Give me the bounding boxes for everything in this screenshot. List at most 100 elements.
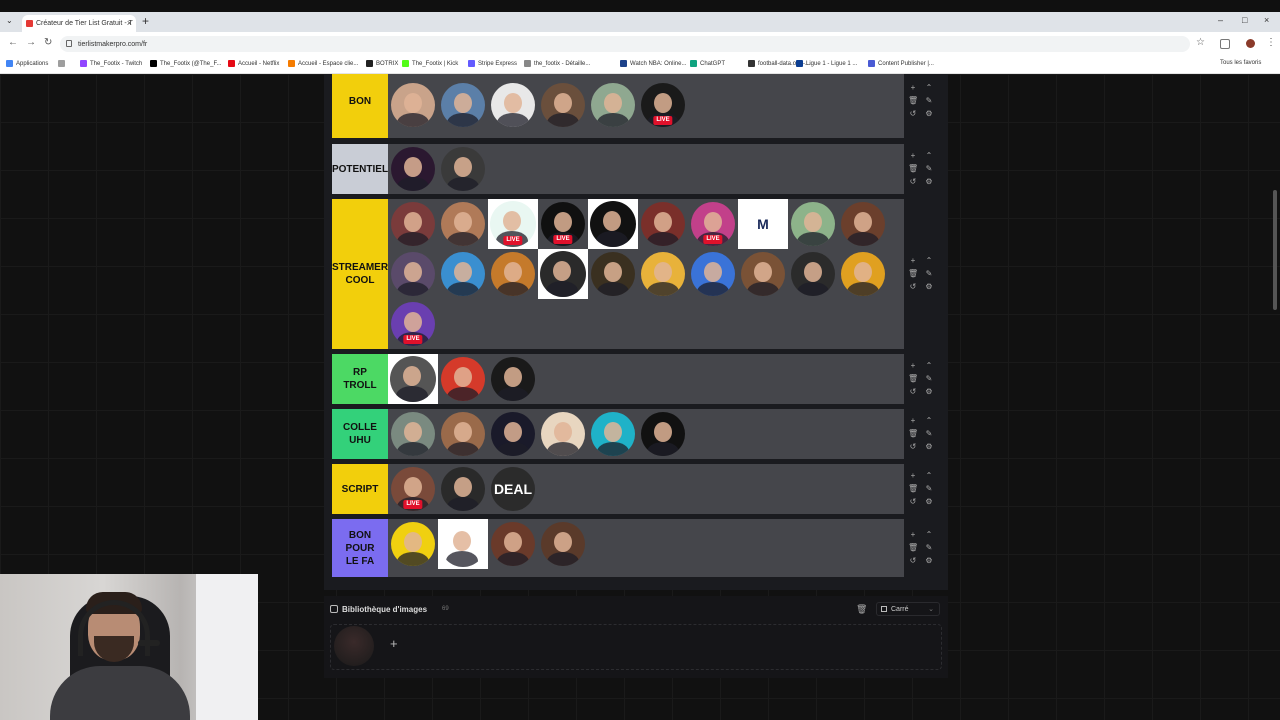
bookmark-item[interactable]: the_footix - Détaille... — [524, 60, 590, 67]
browser-tab[interactable]: Créateur de Tier List Gratuit - T × — [22, 15, 136, 32]
reset-tier-icon[interactable]: ↺ — [908, 442, 918, 451]
tier-item-image[interactable] — [738, 249, 788, 299]
tier-item-image[interactable] — [588, 80, 638, 130]
reset-tier-icon[interactable]: ↺ — [908, 109, 918, 118]
tier-item-image[interactable] — [638, 409, 688, 459]
tier-item-image[interactable]: LIVE — [388, 464, 438, 514]
tier-item-image[interactable] — [438, 409, 488, 459]
settings-icon[interactable]: ⚙ — [924, 177, 934, 186]
tier-label[interactable]: RP TROLL — [332, 354, 388, 404]
forward-icon[interactable]: → — [26, 37, 36, 48]
shape-select[interactable]: Carré ⌄ — [876, 602, 940, 616]
tier-label[interactable]: BON POUR LE FA — [332, 519, 388, 577]
move-up-icon[interactable]: ⌃ — [924, 471, 934, 480]
move-up-icon[interactable]: ⌃ — [924, 151, 934, 160]
minimize-icon[interactable]: – — [1218, 15, 1223, 25]
tier-item-image[interactable]: LIVE — [538, 199, 588, 249]
reset-tier-icon[interactable]: ↺ — [908, 177, 918, 186]
edit-tier-icon[interactable]: ✎ — [924, 374, 934, 383]
bookmark-star-icon[interactable]: ☆ — [1196, 37, 1205, 48]
tier-label[interactable]: COLLE UHU — [332, 409, 388, 459]
tier-item-image[interactable] — [438, 80, 488, 130]
site-info-icon[interactable] — [66, 40, 72, 47]
reset-tier-icon[interactable]: ↺ — [908, 556, 918, 565]
tier-item-image[interactable] — [438, 464, 488, 514]
settings-icon[interactable]: ⚙ — [924, 109, 934, 118]
new-tab-button[interactable]: + — [142, 14, 149, 28]
tier-label[interactable]: STREAMER COOL — [332, 199, 388, 349]
move-up-icon[interactable]: ⌃ — [924, 83, 934, 92]
delete-tier-icon[interactable]: 🗑 — [908, 96, 918, 105]
delete-tier-icon[interactable]: 🗑 — [908, 429, 918, 438]
library-image[interactable] — [334, 626, 374, 666]
tier-item-image[interactable] — [688, 249, 738, 299]
tier-label[interactable]: POTENTIEL — [332, 144, 388, 194]
tier-item-image[interactable] — [388, 519, 438, 569]
settings-icon[interactable]: ⚙ — [924, 497, 934, 506]
bookmark-item[interactable]: Ligue 1 - Ligue 1 ... — [796, 60, 857, 67]
tier-item-image[interactable] — [588, 199, 638, 249]
edit-tier-icon[interactable]: ✎ — [924, 484, 934, 493]
delete-tier-icon[interactable]: 🗑 — [908, 269, 918, 278]
tier-item-image[interactable] — [538, 249, 588, 299]
tier-item-image[interactable] — [438, 199, 488, 249]
reload-icon[interactable]: ↻ — [44, 37, 52, 48]
tier-item-image[interactable] — [538, 519, 588, 569]
tier-item-image[interactable] — [838, 249, 888, 299]
tier-item-image[interactable] — [488, 519, 538, 569]
edit-tier-icon[interactable]: ✎ — [924, 429, 934, 438]
bookmark-item[interactable] — [58, 60, 68, 67]
tier-item-image[interactable] — [788, 249, 838, 299]
add-image-button[interactable]: + — [390, 636, 398, 651]
bookmark-item[interactable]: Content Publisher |... — [868, 60, 934, 67]
maximize-icon[interactable]: □ — [1242, 15, 1247, 25]
tier-item-image[interactable]: LIVE — [388, 299, 438, 349]
bookmark-item[interactable]: Watch NBA: Online... — [620, 60, 686, 67]
tier-item-image[interactable]: M — [738, 199, 788, 249]
tier-item-image[interactable] — [388, 199, 438, 249]
settings-icon[interactable]: ⚙ — [924, 442, 934, 451]
tier-item-image[interactable] — [438, 354, 488, 404]
url-field[interactable]: tierlistmakerpro.com/fr — [60, 36, 1190, 52]
edit-tier-icon[interactable]: ✎ — [924, 164, 934, 173]
tier-item-image[interactable] — [488, 354, 538, 404]
profile-avatar[interactable] — [1246, 39, 1255, 48]
bookmark-item[interactable]: ChatGPT — [690, 60, 725, 67]
tab-close-icon[interactable]: × — [127, 18, 132, 28]
library-trash-icon[interactable]: 🗑 — [856, 604, 867, 615]
delete-tier-icon[interactable]: 🗑 — [908, 374, 918, 383]
move-up-icon[interactable]: ⌃ — [924, 530, 934, 539]
move-up-icon[interactable]: ⌃ — [924, 416, 934, 425]
tier-item-image[interactable] — [588, 249, 638, 299]
tier-item-image[interactable] — [388, 354, 438, 404]
library-dropzone[interactable] — [330, 624, 942, 670]
add-row-icon[interactable]: + — [908, 256, 918, 265]
menu-icon[interactable]: ⋮ — [1266, 37, 1276, 48]
tier-item-image[interactable] — [538, 80, 588, 130]
settings-icon[interactable]: ⚙ — [924, 387, 934, 396]
tier-item-image[interactable] — [388, 409, 438, 459]
settings-icon[interactable]: ⚙ — [924, 282, 934, 291]
add-row-icon[interactable]: + — [908, 83, 918, 92]
back-icon[interactable]: ← — [8, 37, 18, 48]
delete-tier-icon[interactable]: 🗑 — [908, 484, 918, 493]
tier-item-image[interactable]: LIVE — [638, 80, 688, 130]
add-row-icon[interactable]: + — [908, 361, 918, 370]
settings-icon[interactable]: ⚙ — [924, 556, 934, 565]
bookmark-item[interactable]: The_Footix (@The_F... — [150, 60, 221, 67]
tier-item-image[interactable] — [388, 249, 438, 299]
page-scrollbar[interactable] — [1273, 190, 1277, 310]
tier-label[interactable]: SCRIPT — [332, 464, 388, 514]
tier-item-image[interactable] — [638, 199, 688, 249]
tier-item-image[interactable]: DEAL — [488, 464, 538, 514]
tier-item-image[interactable] — [638, 249, 688, 299]
tier-item-image[interactable] — [388, 80, 438, 130]
tier-item-image[interactable] — [438, 144, 488, 194]
tab-search-icon[interactable]: ⌄ — [6, 16, 13, 25]
edit-tier-icon[interactable]: ✎ — [924, 269, 934, 278]
tier-item-image[interactable] — [488, 249, 538, 299]
reset-tier-icon[interactable]: ↺ — [908, 497, 918, 506]
move-up-icon[interactable]: ⌃ — [924, 256, 934, 265]
add-row-icon[interactable]: + — [908, 471, 918, 480]
delete-tier-icon[interactable]: 🗑 — [908, 543, 918, 552]
